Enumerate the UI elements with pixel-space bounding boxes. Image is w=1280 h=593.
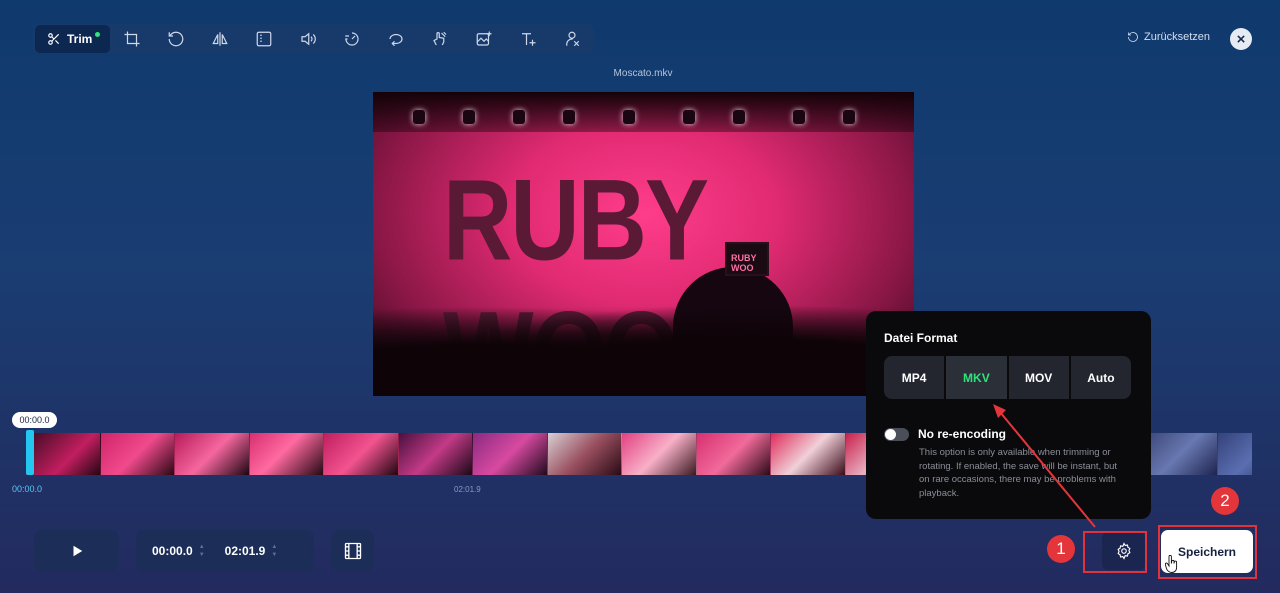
timeline-frame <box>1143 433 1218 475</box>
film-icon <box>344 542 361 560</box>
no-reencoding-label: No re-encoding <box>918 427 1007 441</box>
rotate-icon <box>168 31 184 47</box>
format-option-mov[interactable]: MOV <box>1009 356 1071 399</box>
timeline-frame <box>100 433 175 475</box>
file-format-popup: Datei Format MP4 MKV MOV Auto No re-enco… <box>866 311 1151 519</box>
annotation-badge-1: 1 <box>1047 535 1075 563</box>
phone-text: RUBY WOO <box>731 253 757 273</box>
trim-time-inputs: 00:00.0 ▲ ▼ 02:01.9 ▲ ▼ <box>136 530 314 572</box>
reset-button[interactable]: Zurücksetzen <box>1127 31 1210 43</box>
film-split-button[interactable] <box>331 530 374 572</box>
format-option-auto[interactable]: Auto <box>1071 356 1131 399</box>
tool-loop-button[interactable] <box>374 24 418 54</box>
timeline-frame <box>696 433 771 475</box>
stepper-down-icon[interactable]: ▼ <box>199 552 205 558</box>
timeline-frame <box>771 433 846 475</box>
timeline-end-label: 02:01.9 <box>454 485 481 494</box>
loop-icon <box>389 33 403 47</box>
tool-border-button[interactable] <box>242 24 286 54</box>
format-option-mkv[interactable]: MKV <box>946 356 1009 399</box>
stage-light <box>843 110 855 124</box>
stage-light <box>513 110 525 124</box>
end-time-stepper[interactable]: ▲ ▼ <box>271 544 277 558</box>
stage-light <box>463 110 475 124</box>
timeline-frame <box>249 433 324 475</box>
tool-trim-button[interactable]: Trim <box>35 25 111 53</box>
start-time-stepper[interactable]: ▲ ▼ <box>199 544 205 558</box>
stabilize-icon <box>433 31 447 46</box>
annotation-badge-2: 2 <box>1211 487 1239 515</box>
play-icon <box>73 545 82 557</box>
stepper-up-icon[interactable]: ▲ <box>271 544 277 550</box>
close-button[interactable]: × <box>1230 28 1252 50</box>
tool-rotate-button[interactable] <box>154 24 198 54</box>
close-icon: × <box>1236 30 1246 48</box>
file-name: Moscato.mkv <box>613 68 673 79</box>
no-reencoding-note: This option is only available when trimm… <box>919 447 1118 499</box>
stage-light <box>733 110 745 124</box>
timeline-frame <box>324 433 399 475</box>
timeline-frame <box>26 433 101 475</box>
timeline-frame <box>398 433 473 475</box>
crop-icon <box>124 31 140 47</box>
stage-light <box>793 110 805 124</box>
tool-trim-label: Trim <box>67 32 93 46</box>
popup-title: Datei Format <box>884 331 958 345</box>
stepper-down-icon[interactable]: ▼ <box>271 552 277 558</box>
flip-icon <box>212 32 229 46</box>
border-icon <box>256 31 272 47</box>
format-selector: MP4 MKV MOV Auto <box>884 356 1131 399</box>
crowd-foreground <box>373 306 914 396</box>
stepper-up-icon[interactable]: ▲ <box>199 544 205 550</box>
play-button[interactable] <box>34 530 119 572</box>
playhead-time-bubble: 00:00.0 <box>12 412 57 428</box>
cursor-hand-icon <box>1165 555 1178 573</box>
stage-rig <box>373 92 914 132</box>
undo-icon <box>1128 32 1138 42</box>
no-reencoding-toggle[interactable] <box>884 427 909 441</box>
stage-light <box>413 110 425 124</box>
speed-icon <box>345 32 359 46</box>
timeline-frame <box>175 433 250 475</box>
tool-add-text-button[interactable] <box>506 24 550 54</box>
reset-label: Zurücksetzen <box>1144 31 1211 43</box>
tool-remove-object-button[interactable] <box>550 24 594 54</box>
tool-volume-button[interactable] <box>286 24 330 54</box>
timeline-frame <box>473 433 548 475</box>
active-dot <box>95 31 101 37</box>
timeline-frame <box>1218 433 1252 475</box>
start-time-input[interactable]: 00:00.0 <box>152 544 193 558</box>
format-option-mp4[interactable]: MP4 <box>884 356 947 399</box>
stage-light <box>683 110 695 124</box>
tool-speed-button[interactable] <box>330 24 374 54</box>
add-text-icon <box>522 33 536 46</box>
tool-add-image-button[interactable] <box>462 24 506 54</box>
timeline-start-label: 00:00.0 <box>12 484 43 494</box>
tool-stabilize-button[interactable] <box>418 24 462 54</box>
timeline-frame <box>547 433 622 475</box>
volume-icon <box>301 32 317 46</box>
stage-light <box>563 110 575 124</box>
scissors-icon <box>48 33 60 45</box>
remove-object-icon <box>566 31 580 47</box>
editor-toolbar: Trim <box>33 24 595 54</box>
trim-start-handle[interactable] <box>26 430 34 475</box>
add-image-icon <box>476 31 492 46</box>
annotation-highlight-settings <box>1083 531 1147 573</box>
tool-flip-button[interactable] <box>198 24 242 54</box>
phone-screen: RUBY WOO <box>725 242 769 276</box>
tool-crop-button[interactable] <box>110 24 154 54</box>
timeline-frame <box>622 433 697 475</box>
stage-light <box>623 110 635 124</box>
video-preview[interactable]: RUBY WOO RUBY WOO <box>373 92 914 396</box>
end-time-input[interactable]: 02:01.9 <box>225 544 266 558</box>
